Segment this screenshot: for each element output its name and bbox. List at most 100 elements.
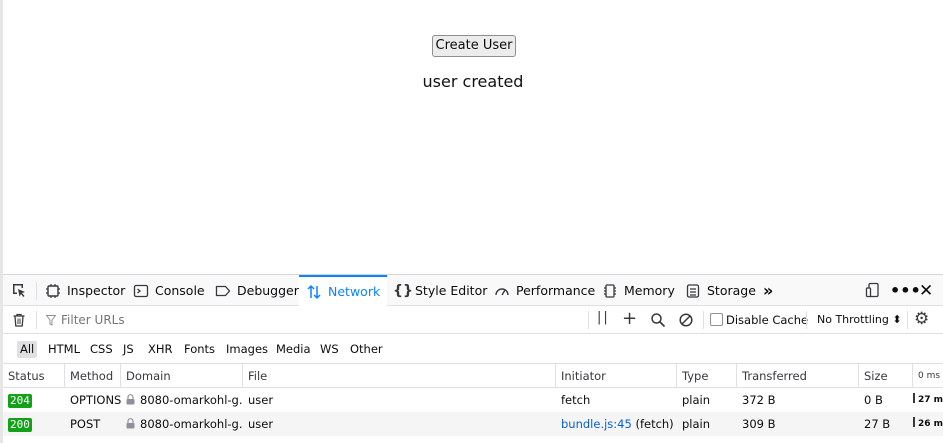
column-status[interactable]: Status: [3, 364, 65, 388]
filter-other[interactable]: Other: [347, 341, 386, 358]
file-cell: user: [248, 393, 274, 407]
column-initiator[interactable]: Initiator: [556, 364, 677, 388]
tab-label: Debugger: [237, 283, 299, 298]
waterfall-bar: [913, 393, 915, 403]
table-row[interactable]: 204 OPTIONS 8080-omarkohl-g... user fetc…: [3, 388, 943, 412]
initiator-text: (fetch): [631, 417, 674, 431]
tab-storage[interactable]: Storage: [685, 275, 756, 306]
search-icon[interactable]: [650, 312, 666, 328]
toolbar-separator: [703, 311, 704, 329]
waterfall-bar: [913, 417, 915, 427]
filter-all[interactable]: All: [17, 341, 38, 358]
domain-cell: 8080-omarkohl-g...: [121, 412, 243, 436]
style-editor-icon: {}: [393, 282, 413, 299]
tab-label: Console: [155, 283, 205, 298]
toolbar-separator: [588, 311, 589, 329]
memory-icon: [604, 283, 616, 298]
lock-icon: [126, 418, 135, 429]
throttling-select[interactable]: No Throttling ⬍: [817, 313, 902, 326]
type-cell: plain: [682, 417, 711, 431]
block-icon[interactable]: [678, 312, 694, 328]
filter-html[interactable]: HTML: [45, 341, 83, 358]
filter-xhr[interactable]: XHR: [145, 341, 176, 358]
column-transferred[interactable]: Transferred: [737, 364, 859, 388]
tab-memory[interactable]: Memory: [602, 275, 675, 306]
devtools-panel: Inspector Console Debugger Network {} St…: [3, 274, 943, 443]
column-method[interactable]: Method: [65, 364, 121, 388]
console-icon: [133, 284, 149, 297]
trash-icon[interactable]: [11, 312, 27, 328]
table-header: Status Method Domain File Initiator Type…: [3, 364, 943, 388]
table-row[interactable]: 200 POST 8080-omarkohl-g... user bundle.…: [3, 412, 943, 436]
filter-fonts[interactable]: Fonts: [181, 341, 218, 358]
size-cell: 27 B: [864, 417, 891, 431]
filter-js[interactable]: JS: [120, 341, 137, 358]
lock-icon: [126, 394, 135, 405]
status-badge: 204: [8, 394, 32, 408]
timing-text: 26 m: [918, 419, 943, 429]
size-cell: 0 B: [864, 393, 883, 407]
timing-text: 27 m: [918, 395, 943, 405]
settings-gear-icon[interactable]: ⚙: [914, 309, 929, 329]
column-domain[interactable]: Domain: [121, 364, 243, 388]
create-user-button[interactable]: Create User: [432, 35, 516, 57]
tab-debugger[interactable]: Debugger: [215, 275, 299, 306]
tab-separator: [36, 282, 37, 300]
column-file[interactable]: File: [243, 364, 556, 388]
tab-label: Style Editor: [415, 283, 488, 298]
network-toolbar: || + Disable Cache No Throttling ⬍ ⚙: [3, 306, 943, 334]
tab-label: Inspector: [67, 283, 126, 298]
initiator-cell: bundle.js:45 (fetch): [556, 412, 677, 436]
status-badge: 200: [8, 418, 32, 432]
tab-label: Network: [328, 284, 381, 299]
network-icon: [307, 284, 321, 299]
toolbar-separator: [36, 311, 37, 329]
inspector-icon: [46, 283, 60, 298]
browser-window: Create User user created Inspector Conso…: [0, 0, 943, 443]
domain-text: 8080-omarkohl-g...: [140, 393, 243, 407]
status-cell: 200: [3, 412, 65, 436]
tab-label: Memory: [624, 283, 675, 298]
responsive-design-icon[interactable]: [865, 282, 881, 298]
pick-element-icon[interactable]: [11, 282, 27, 298]
domain-cell: 8080-omarkohl-g...: [121, 388, 243, 412]
filter-ws[interactable]: WS: [317, 341, 342, 358]
add-request-icon[interactable]: +: [622, 308, 637, 329]
filter-css[interactable]: CSS: [87, 341, 116, 358]
pause-icon[interactable]: ||: [597, 310, 610, 325]
page-viewport: Create User user created: [3, 0, 943, 274]
filter-urls-input[interactable]: [43, 311, 583, 329]
meatball-menu-icon[interactable]: •••: [890, 275, 921, 306]
tab-inspector[interactable]: Inspector: [45, 275, 125, 306]
column-waterfall[interactable]: 0 ms: [913, 364, 943, 388]
tab-console[interactable]: Console: [133, 275, 205, 306]
method-cell: OPTIONS: [70, 393, 121, 407]
disable-cache-label: Disable Cache: [726, 313, 809, 327]
debugger-icon: [215, 285, 231, 296]
tab-style-editor[interactable]: {} Style Editor: [393, 275, 487, 306]
request-type-filters: All HTML CSS JS XHR Fonts Images Media W…: [3, 334, 943, 364]
domain-text: 8080-omarkohl-g...: [140, 417, 243, 431]
toolbar-separator: [806, 311, 807, 329]
column-size[interactable]: Size: [859, 364, 913, 388]
tab-network[interactable]: Network: [299, 275, 388, 306]
status-message: user created: [422, 72, 524, 91]
filter-images[interactable]: Images: [223, 341, 271, 358]
transferred-cell: 372 B: [742, 393, 776, 407]
devtools-tabbar: Inspector Console Debugger Network {} St…: [3, 275, 943, 306]
type-cell: plain: [682, 393, 711, 407]
waterfall-cell: 27 m: [908, 388, 943, 412]
initiator-cell: fetch: [556, 388, 677, 412]
storage-icon: [686, 283, 700, 298]
initiator-text: fetch: [561, 393, 591, 407]
performance-icon: [495, 287, 509, 295]
column-type[interactable]: Type: [677, 364, 737, 388]
disable-cache-checkbox[interactable]: [710, 313, 723, 326]
close-icon[interactable]: ✕: [919, 275, 933, 306]
tab-performance[interactable]: Performance: [494, 275, 595, 306]
initiator-link[interactable]: bundle.js:45: [561, 417, 632, 431]
more-tabs-chevron-icon[interactable]: »: [763, 275, 773, 306]
filter-media[interactable]: Media: [273, 341, 314, 358]
waterfall-cell: 26 m: [908, 412, 943, 436]
transferred-cell: 309 B: [742, 417, 776, 431]
